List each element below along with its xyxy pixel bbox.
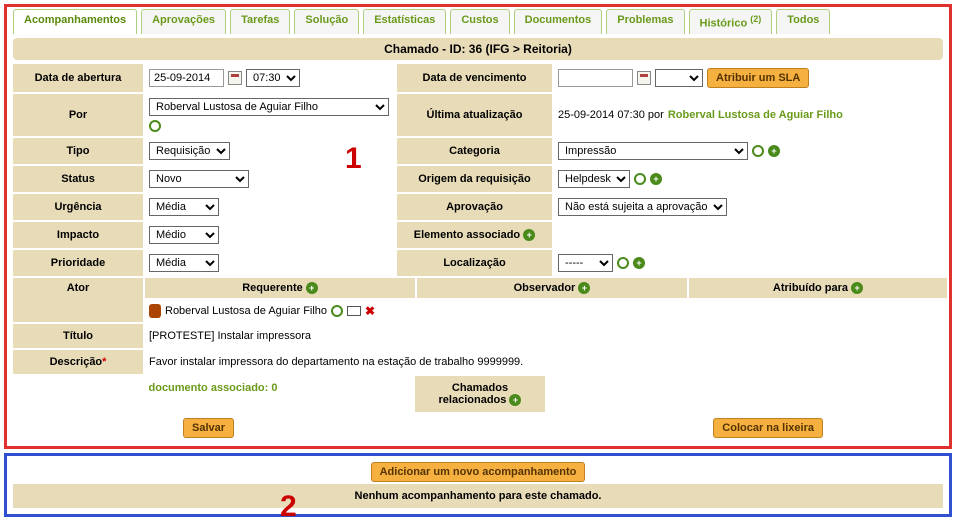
header-requerente: Requerente + [145,278,415,298]
label-origem: Origem da requisição [397,166,552,192]
add-icon[interactable]: + [633,257,645,269]
delete-icon[interactable]: ✖ [365,304,375,318]
no-followup-message: Nenhum acompanhamento para este chamado. [13,484,943,508]
label-titulo: Título [13,324,143,348]
doc-associado-link[interactable]: documento associado: 0 [149,382,278,394]
section-1-ticket: Acompanhamentos Aprovações Tarefas Soluç… [4,4,952,449]
add-icon[interactable]: + [851,282,863,294]
label-prioridade: Prioridade [13,250,143,276]
ultima-date: 25-09-2014 07:30 por [558,109,664,121]
input-abertura-date[interactable] [149,69,224,87]
tab-tarefas[interactable]: Tarefas [230,9,290,34]
calendar-icon[interactable] [228,71,242,85]
label-urgencia: Urgência [13,194,143,220]
label-ultima-atualizacao: Última atualização [397,94,552,136]
label-ator: Ator [13,278,143,322]
ultima-user-link[interactable]: Roberval Lustosa de Aguiar Filho [668,109,843,121]
label-data-vencimento: Data de vencimento [397,64,552,92]
tab-historico[interactable]: Histórico (2) [689,9,773,34]
select-status[interactable]: Novo [149,170,249,188]
add-acompanhamento-button[interactable]: Adicionar um novo acompanhamento [371,462,586,482]
add-icon[interactable]: + [578,282,590,294]
select-tipo[interactable]: Requisição [149,142,230,160]
tab-estatisticas[interactable]: Estatísticas [363,9,446,34]
select-abertura-time[interactable]: 07:30 [246,69,300,87]
select-prioridade[interactable]: Média [149,254,219,272]
descricao-value: Favor instalar impressora do departament… [149,356,523,368]
tab-aprovacoes[interactable]: Aprovações [141,9,226,34]
select-vencimento-time[interactable] [655,69,703,87]
ticket-header: Chamado - ID: 36 (IFG > Reitoria) [13,38,943,60]
salvar-button[interactable]: Salvar [183,418,234,438]
input-vencimento-date[interactable] [558,69,633,87]
label-status: Status [13,166,143,192]
historico-count: (2) [750,14,761,24]
select-por[interactable]: Roberval Lustosa de Aguiar Filho [149,98,389,116]
requerente-name: Roberval Lustosa de Aguiar Filho [165,305,327,317]
lixeira-button[interactable]: Colocar na lixeira [713,418,823,438]
add-icon[interactable]: + [509,394,521,406]
label-aprovacao: Aprovação [397,194,552,220]
tab-solucao[interactable]: Solução [294,9,359,34]
tab-documentos[interactable]: Documentos [514,9,603,34]
reload-icon[interactable] [331,305,343,317]
tab-bar: Acompanhamentos Aprovações Tarefas Soluç… [13,9,943,34]
atribuir-sla-button[interactable]: Atribuir um SLA [707,68,809,88]
add-icon[interactable]: + [523,229,535,241]
select-categoria[interactable]: Impressão [558,142,748,160]
reload-icon[interactable] [149,120,161,132]
tab-custos[interactable]: Custos [450,9,509,34]
user-icon [149,304,161,318]
select-localizacao[interactable]: ----- [558,254,613,272]
section-2-followups: Adicionar um novo acompanhamento Nenhum … [4,453,952,517]
envelope-icon[interactable] [347,306,361,316]
label-localizacao: Localização [397,250,552,276]
label-por: Por [13,94,143,136]
annotation-2: 2 [280,490,297,524]
label-tipo: Tipo [13,138,143,164]
header-observador: Observador + [417,278,687,298]
label-descricao: Descrição* [13,350,143,374]
titulo-value: [PROTESTE] Instalar impressora [149,330,311,342]
label-data-abertura: Data de abertura [13,64,143,92]
select-impacto[interactable]: Médio [149,226,219,244]
add-icon[interactable]: + [768,145,780,157]
select-origem[interactable]: Helpdesk [558,170,630,188]
label-categoria: Categoria [397,138,552,164]
annotation-1: 1 [345,142,362,176]
label-chamados-rel: Chamados relacionados + [415,376,545,412]
calendar-icon[interactable] [637,71,651,85]
tab-acompanhamentos[interactable]: Acompanhamentos [13,9,137,34]
tab-problemas[interactable]: Problemas [606,9,684,34]
select-urgencia[interactable]: Média [149,198,219,216]
add-icon[interactable]: + [306,282,318,294]
label-elemento: Elemento associado + [397,222,552,248]
add-icon[interactable]: + [650,173,662,185]
reload-icon[interactable] [752,145,764,157]
tab-todos[interactable]: Todos [776,9,830,34]
header-atribuido: Atribuído para + [689,278,947,298]
reload-icon[interactable] [634,173,646,185]
select-aprovacao[interactable]: Não está sujeita a aprovação [558,198,727,216]
label-impacto: Impacto [13,222,143,248]
reload-icon[interactable] [617,257,629,269]
